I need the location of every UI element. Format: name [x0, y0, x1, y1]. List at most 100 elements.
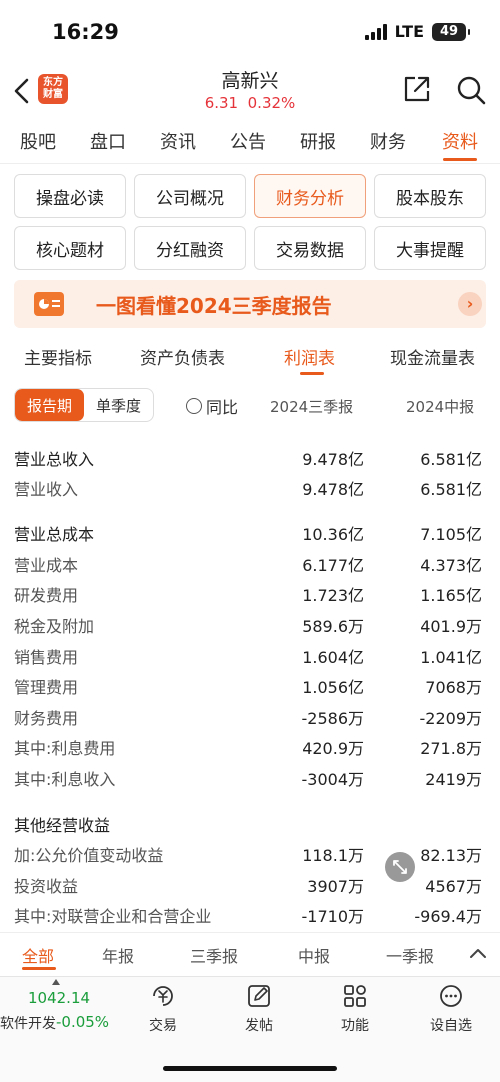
filter-annual[interactable]: 年报 [102, 943, 134, 967]
table-row: 销售费用 1.604亿 1.041亿 [0, 640, 500, 670]
report-filter-bar: 全部 年报 三季报 中报 一季报 [0, 932, 500, 976]
edit-icon [248, 985, 270, 1007]
table-row: 营业收入 9.478亿 6.581亿 [0, 472, 500, 502]
btn-core-themes[interactable]: 核心题材 [14, 226, 126, 270]
row-value-h1: 6.581亿 [420, 450, 482, 469]
table-row: 其他经营收益 [0, 808, 500, 838]
yoy-label: 同比 [206, 398, 239, 417]
row-label: 其他经营收益 [14, 816, 111, 835]
row-value-h1: 4567万 [425, 877, 482, 896]
tab-research[interactable]: 研报 [300, 128, 336, 154]
table-row: 税金及附加 589.6万 401.9万 [0, 609, 500, 639]
subtab-active-indicator [300, 372, 324, 375]
subtab-income-statement[interactable]: 利润表 [284, 344, 335, 369]
table-row: 营业成本 6.177亿 4.373亿 [0, 548, 500, 578]
sector-index-value[interactable]: 1042.14 [28, 989, 90, 1007]
row-value-q3: 3907万 [307, 877, 364, 896]
subtab-key-indicators[interactable]: 主要指标 [24, 344, 92, 369]
tab-news[interactable]: 资讯 [160, 128, 196, 154]
row-label: 研发费用 [14, 586, 79, 605]
chevron-right-icon: › [458, 292, 482, 316]
sector-index-change[interactable]: -0.05% [56, 1013, 109, 1031]
statement-tabs: 主要指标 资产负债表 利润表 现金流量表 [0, 336, 500, 376]
report-banner[interactable]: 一图看懂2024三季度报告 › [14, 280, 486, 328]
btn-trading-must-read[interactable]: 操盘必读 [14, 174, 126, 218]
row-value-q3: 1.723亿 [302, 586, 364, 605]
table-row: 其中:利息费用 420.9万 271.8万 [0, 731, 500, 761]
filter-q3[interactable]: 三季报 [190, 943, 238, 967]
grid-icon [344, 985, 366, 1007]
period-toggle: 报告期 单季度 [14, 388, 154, 422]
banner-text: 一图看懂2024三季度报告 [96, 294, 332, 318]
radio-icon [186, 398, 202, 414]
table-row: 其中:对联营企业和合营企业 -1710万 -969.4万 [0, 899, 500, 929]
btn-dividends-financing[interactable]: 分红融资 [134, 226, 246, 270]
row-label: 其中:利息费用 [14, 739, 116, 758]
tab-finance[interactable]: 财务 [370, 128, 406, 154]
filter-h1[interactable]: 中报 [298, 943, 330, 967]
row-value-h1: 271.8万 [420, 739, 482, 758]
trade-icon [153, 986, 173, 1006]
row-label: 营业收入 [14, 480, 79, 499]
more-icon [440, 985, 462, 1007]
row-value-h1: 7068万 [425, 678, 482, 697]
battery-icon: 49 [432, 22, 470, 41]
row-label: 投资收益 [14, 877, 79, 896]
table-row: 其中:利息收入 -3004万 2419万 [0, 762, 500, 792]
tab-guba[interactable]: 股吧 [20, 128, 56, 154]
toggle-report-period[interactable]: 报告期 [15, 389, 84, 421]
subtab-balance-sheet[interactable]: 资产负债表 [140, 344, 225, 369]
filter-all[interactable]: 全部 [22, 943, 54, 967]
row-value-q3: 1.604亿 [302, 648, 364, 667]
toggle-single-quarter[interactable]: 单季度 [84, 389, 153, 421]
btn-major-events[interactable]: 大事提醒 [374, 226, 486, 270]
tab-profile[interactable]: 资料 [442, 128, 478, 154]
expand-icon[interactable] [385, 852, 415, 882]
row-label: 其中:对联营企业和合营企业 [14, 907, 212, 926]
functions-button[interactable]: 功能 [320, 983, 390, 1043]
post-button[interactable]: 发帖 [224, 983, 294, 1043]
caret-up-icon [52, 979, 60, 985]
row-value-h1: 2419万 [425, 770, 482, 789]
row-value-q3: 1.056亿 [302, 678, 364, 697]
row-value-h1: -969.4万 [414, 907, 482, 926]
sector-index-name[interactable]: 软件开发 [0, 1013, 56, 1033]
row-value-h1: 82.13万 [420, 846, 482, 865]
tab-active-indicator [443, 158, 477, 161]
btn-company-overview[interactable]: 公司概况 [134, 174, 246, 218]
row-label: 财务费用 [14, 709, 79, 728]
row-label: 加:公允价值变动收益 [14, 846, 164, 865]
status-bar: 16:29 LTE 49 [0, 0, 500, 66]
chevron-up-icon[interactable] [468, 945, 488, 961]
row-value-q3: 9.478亿 [302, 480, 364, 499]
search-icon[interactable] [455, 74, 487, 106]
btn-shareholders[interactable]: 股本股东 [374, 174, 486, 218]
tab-pankou[interactable]: 盘口 [90, 128, 126, 154]
subtab-cash-flow[interactable]: 现金流量表 [390, 344, 475, 369]
row-value-h1: 4.373亿 [420, 556, 482, 575]
btn-financial-analysis[interactable]: 财务分析 [254, 174, 366, 218]
yoy-option[interactable]: 同比 [186, 394, 238, 418]
table-row: 投资收益 3907万 4567万 [0, 869, 500, 899]
watchlist-button[interactable]: 设自选 [416, 983, 486, 1043]
row-label: 其中:利息收入 [14, 770, 116, 789]
row-label: 营业总成本 [14, 525, 95, 544]
signal-icon [364, 23, 387, 40]
tab-announcements[interactable]: 公告 [230, 128, 266, 154]
functions-label: 功能 [341, 1018, 369, 1034]
share-icon[interactable] [402, 74, 432, 104]
row-value-q3: 10.36亿 [302, 525, 364, 544]
home-indicator [163, 1066, 337, 1071]
stock-change-pct: 0.32% [247, 94, 296, 112]
trade-button[interactable]: 交易 [128, 983, 198, 1043]
row-label: 营业成本 [14, 556, 79, 575]
row-label: 管理费用 [14, 678, 79, 697]
row-label: 税金及附加 [14, 617, 95, 636]
row-value-h1: 7.105亿 [420, 525, 482, 544]
filter-q1[interactable]: 一季报 [386, 943, 434, 967]
row-value-h1: 1.041亿 [420, 648, 482, 667]
status-time: 16:29 [52, 20, 119, 44]
row-value-h1: -2209万 [419, 709, 483, 728]
btn-trading-data[interactable]: 交易数据 [254, 226, 366, 270]
column-header-h1: 2024中报 [406, 398, 475, 416]
